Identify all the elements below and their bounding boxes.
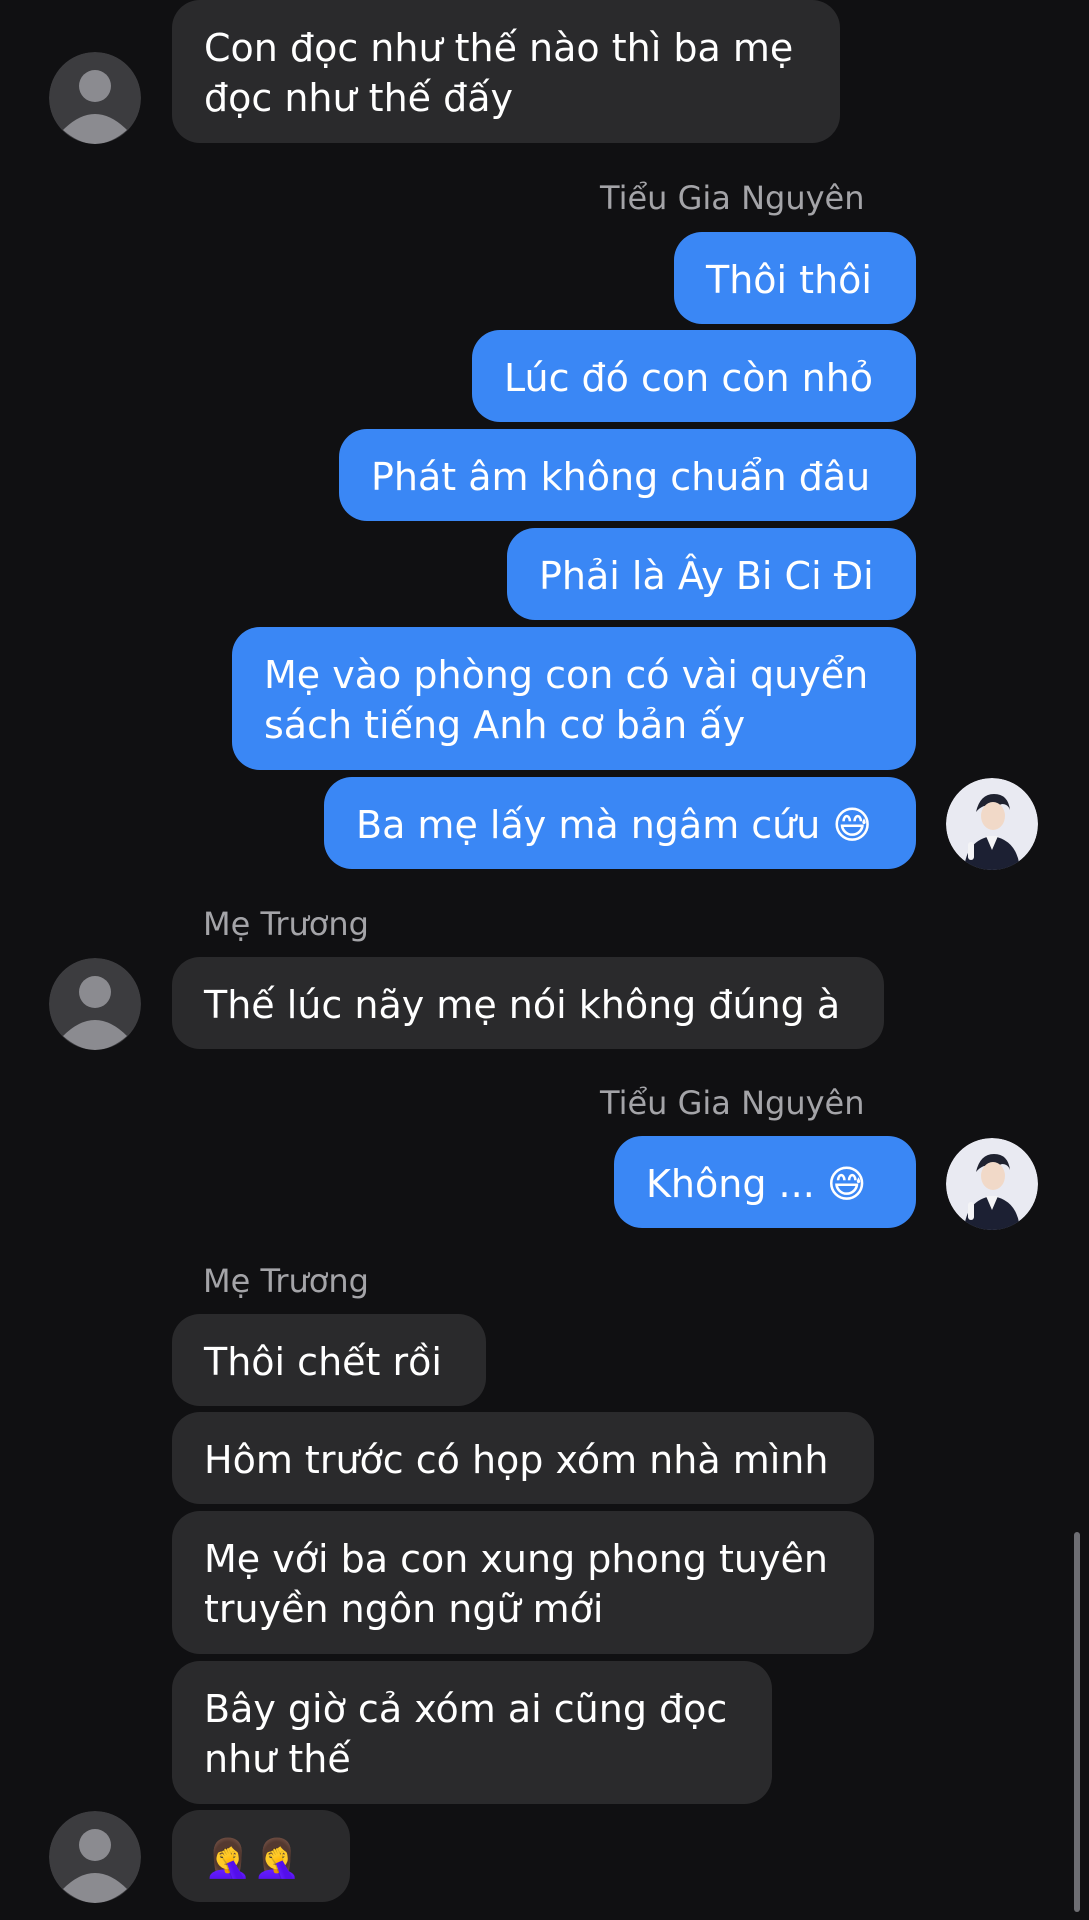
sender-name: Tiểu Gia Nguyên [600, 1084, 865, 1122]
sender-name: Tiểu Gia Nguyên [600, 179, 865, 217]
incoming-emoji-message[interactable]: 🤦‍♀️🤦‍♀️ [172, 1810, 350, 1902]
outgoing-message[interactable]: Phải là Ây Bi Ci Đi [507, 528, 916, 620]
incoming-message[interactable]: Con đọc như thế nào thì ba mẹ đọc như th… [172, 0, 840, 143]
outgoing-message[interactable]: Không ... 😅 [614, 1136, 916, 1228]
incoming-message[interactable]: Thế lúc nãy mẹ nói không đúng à [172, 957, 884, 1049]
outgoing-message[interactable]: Lúc đó con còn nhỏ [472, 330, 916, 422]
avatar-profile-photo[interactable] [946, 1138, 1038, 1230]
incoming-message[interactable]: Hôm trước có họp xóm nhà mình [172, 1412, 874, 1504]
sender-name: Mẹ Trương [203, 1262, 369, 1300]
avatar-profile-photo[interactable] [946, 778, 1038, 870]
outgoing-message[interactable]: Thôi thôi [674, 232, 916, 324]
incoming-message[interactable]: Thôi chết rồi [172, 1314, 486, 1406]
outgoing-message[interactable]: Phát âm không chuẩn đâu [339, 429, 916, 521]
scrollbar[interactable] [1074, 1532, 1080, 1912]
sender-name: Mẹ Trương [203, 905, 369, 943]
outgoing-message[interactable]: Mẹ vào phòng con có vài quyển sách tiếng… [232, 627, 916, 770]
chat-screen: Con đọc như thế nào thì ba mẹ đọc như th… [0, 0, 1089, 1920]
avatar-default-person-icon[interactable] [49, 52, 141, 144]
incoming-message[interactable]: Bây giờ cả xóm ai cũng đọc như thế [172, 1661, 772, 1804]
avatar-default-person-icon[interactable] [49, 958, 141, 1050]
outgoing-message[interactable]: Ba mẹ lấy mà ngâm cứu 😅 [324, 777, 916, 869]
incoming-message[interactable]: Mẹ với ba con xung phong tuyên truyền ng… [172, 1511, 874, 1654]
avatar-default-person-icon[interactable] [49, 1811, 141, 1903]
